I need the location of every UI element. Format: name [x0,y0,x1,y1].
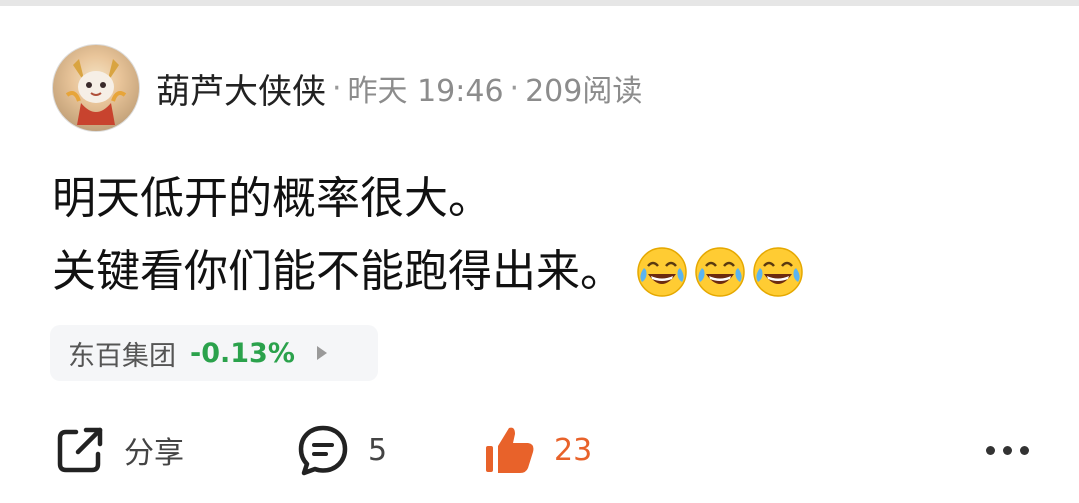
more-dot-icon [1003,445,1012,455]
share-label: 分享 [124,436,184,471]
avatar[interactable] [52,44,140,132]
comment-button[interactable]: 5 [296,420,387,480]
share-icon [57,427,103,473]
stock-name: 东百集团 [68,340,176,372]
laughing-crying-emoji-icon [695,246,745,297]
post-line: 关键看你们能不能跑得出来。 [52,235,804,308]
laughing-crying-emoji-icon [753,246,803,297]
meta-separator: · [332,70,342,106]
post-time: 昨天 19:46 [347,74,504,109]
post-header: 葫芦大侠侠 · 昨天 19:46 · 209阅读 [52,44,642,132]
post-content[interactable]: 明天低开的概率很大。 关键看你们能不能跑得出来。 [52,162,804,308]
chevron-right-icon [316,346,327,360]
thumbs-up-icon [486,427,534,473]
top-divider [0,0,1079,6]
action-bar: 分享 5 23 [54,420,1029,480]
meta-separator: · [509,70,520,106]
read-count: 209阅读 [525,74,643,109]
author-name[interactable]: 葫芦大侠侠 [156,64,326,113]
more-dot-icon [1020,445,1029,455]
like-button[interactable]: 23 [482,420,592,480]
post-text: 关键看你们能不能跑得出来。 [52,246,624,297]
laughing-crying-emoji-icon [637,246,687,297]
post-line: 明天低开的概率很大。 [52,162,804,235]
more-options-button[interactable] [986,420,1029,480]
post-text: 明天低开的概率很大。 [52,173,492,224]
share-button[interactable]: 分享 [54,420,184,480]
more-dot-icon [986,445,995,455]
avatar-illustration-icon [65,59,127,125]
comment-icon [298,425,348,476]
stock-change: -0.13% [190,337,295,369]
like-count: 23 [554,432,593,468]
comment-count: 5 [368,432,388,468]
stock-tag[interactable]: 东百集团 -0.13% [50,325,378,381]
